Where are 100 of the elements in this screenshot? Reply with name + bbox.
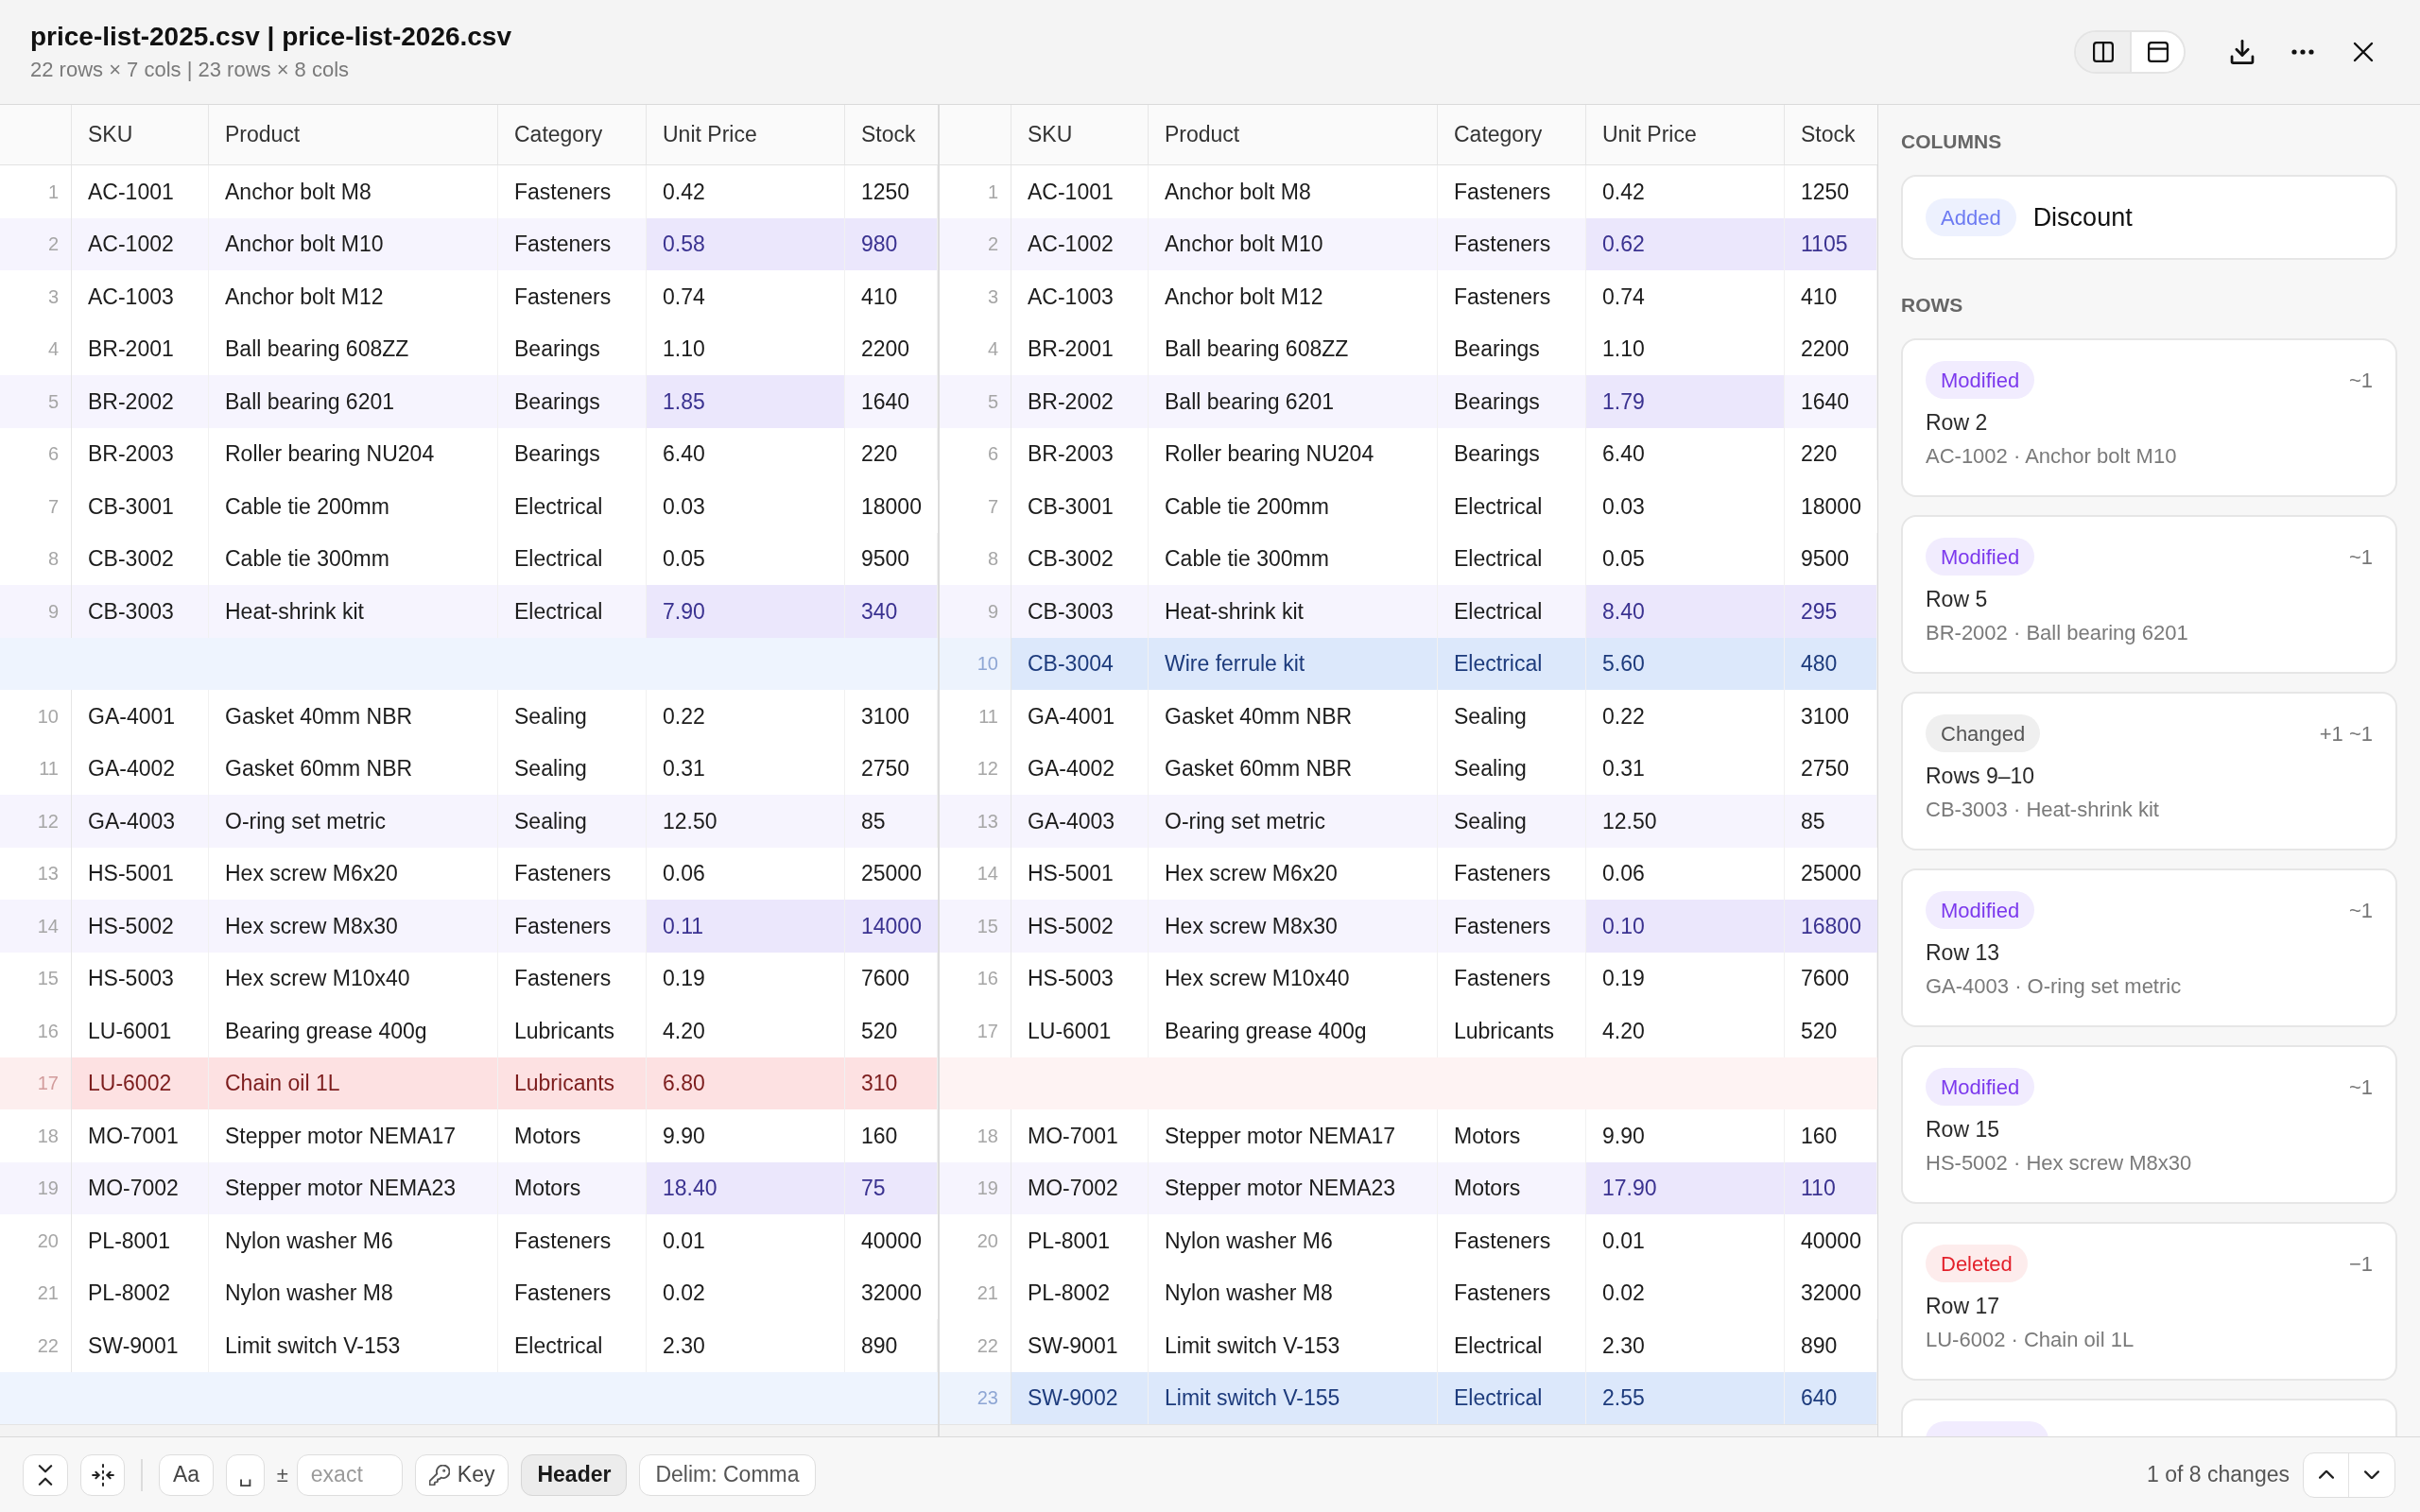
table-cell: 4.20 <box>1586 1005 1785 1057</box>
tolerance-field[interactable]: exact <box>296 1453 403 1496</box>
column-header: Stock <box>860 121 917 149</box>
table-cell: AC-1001 <box>1011 165 1149 218</box>
horizontal-scrollbar[interactable] <box>0 1424 938 1436</box>
table-cell: Hex screw M8x30 <box>209 900 498 953</box>
row-number: 20 <box>0 1214 72 1267</box>
table-cell: Electrical <box>1438 637 1586 690</box>
plus-minus-sign: ± <box>276 1462 288 1488</box>
top-panel-icon <box>2147 42 2169 62</box>
delimiter-button[interactable]: Delim: Comma <box>639 1453 816 1496</box>
table-cell: BR-2002 <box>72 375 209 428</box>
row-number: 17 <box>940 1005 1011 1057</box>
table-cell: Sealing <box>498 795 647 848</box>
row-number: 13 <box>940 795 1011 848</box>
change-type-badge: Deleted <box>1926 1245 2028 1282</box>
table-cell: 0.74 <box>647 270 845 323</box>
table-cell: AC-1003 <box>72 270 209 323</box>
change-card[interactable]: Deleted −1 Row 17 LU-6002 · Chain oil 1L <box>1901 1222 2397 1381</box>
more-icon[interactable] <box>2291 49 2314 55</box>
row-number: 11 <box>940 690 1011 743</box>
row-number: 14 <box>0 900 72 953</box>
row-number: 18 <box>0 1109 72 1162</box>
table-cell: Nylon washer M6 <box>209 1214 498 1267</box>
table-cell: 40000 <box>845 1214 938 1267</box>
table-cell: CB-3001 <box>72 480 209 533</box>
table-cell: 340 <box>845 585 938 638</box>
table-cell: Bearing grease 400g <box>1149 1005 1438 1057</box>
change-card[interactable]: Modified ~1 Row 15 HS-5002 · Hex screw M8x30 <box>1901 1045 2397 1204</box>
table-cell: LU-6001 <box>1011 1005 1149 1057</box>
row-label: Row 13 <box>1926 939 2000 967</box>
compress-columns-button[interactable] <box>80 1453 125 1496</box>
window-subtitle: 22 rows × 7 cols | 23 rows × 8 cols <box>30 57 351 83</box>
table-cell: Anchor bolt M12 <box>1149 270 1438 323</box>
table-cell: Anchor bolt M8 <box>209 165 498 218</box>
table-cell: Ball bearing 6201 <box>1149 375 1438 428</box>
row-number: 9 <box>940 585 1011 638</box>
row-label: Row 17 <box>1926 1293 2000 1320</box>
match-case-toggle[interactable]: Aa <box>159 1453 215 1496</box>
table-cell: SW-9002 <box>1011 1371 1149 1424</box>
table-cell: Motors <box>498 1109 647 1162</box>
row-number: 20 <box>940 1214 1011 1267</box>
row-number: 5 <box>0 375 72 428</box>
table-cell: 0.42 <box>1586 165 1785 218</box>
change-type-badge: Modified <box>1926 1068 2035 1106</box>
table-cell: O-ring set metric <box>1149 795 1438 848</box>
whitespace-toggle[interactable]: ␣ <box>226 1453 265 1496</box>
table-cell: CB-3003 <box>72 585 209 638</box>
table-cell: Electrical <box>1438 1371 1586 1424</box>
table-cell: Motors <box>1438 1109 1586 1162</box>
table-cell: 1.85 <box>647 375 845 428</box>
table-cell: Heat-shrink kit <box>1149 585 1438 638</box>
horizontal-scrollbar[interactable] <box>940 1424 1877 1436</box>
download-icon[interactable] <box>2230 40 2255 64</box>
row-number: 3 <box>940 270 1011 323</box>
key-column-button[interactable]: Key <box>414 1453 510 1496</box>
table-cell: 9.90 <box>1586 1109 1785 1162</box>
table-cell: Nylon washer M6 <box>1149 1214 1438 1267</box>
change-count: ~1 <box>2348 367 2373 394</box>
row-label: Row 2 <box>1926 409 1989 437</box>
table-cell: GA-4003 <box>1011 795 1149 848</box>
change-count: +1 ~1 <box>2319 720 2373 747</box>
change-card[interactable]: Changed +1 ~1 Rows 9–10 CB-3003 · Heat-shrink kit <box>1901 692 2397 850</box>
table-cell: 0.74 <box>1586 270 1785 323</box>
table-cell: Gasket 40mm NBR <box>209 690 498 743</box>
table-cell: Fasteners <box>498 270 647 323</box>
table-cell: Wire ferrule kit <box>1149 637 1438 690</box>
view-mode-button[interactable] <box>2076 32 2130 72</box>
table-cell: Ball bearing 6201 <box>209 375 498 428</box>
view-mode-button[interactable] <box>2130 32 2184 72</box>
table-cell: 110 <box>1785 1161 1877 1214</box>
table-cell: CB-3003 <box>1011 585 1149 638</box>
table-cell: Limit switch V-153 <box>1149 1319 1438 1372</box>
row-number: 15 <box>940 900 1011 953</box>
table-cell: 980 <box>845 217 938 270</box>
table-cell: Limit switch V-153 <box>209 1319 498 1372</box>
header-toggle[interactable]: Header <box>521 1453 628 1496</box>
table-cell: Chain oil 1L <box>209 1057 498 1109</box>
change-card[interactable]: Modified ~1 Row 13 GA-4003 · O-ring set metric <box>1901 868 2397 1027</box>
change-card[interactable]: Added Discount <box>1901 175 2397 260</box>
collapse-rows-button[interactable] <box>23 1453 68 1496</box>
row-number: 16 <box>0 1005 72 1057</box>
column-header: Category <box>1438 105 1586 164</box>
table-cell: 2.30 <box>647 1319 845 1372</box>
table-cell: Fasteners <box>498 1214 647 1267</box>
close-icon[interactable] <box>2353 42 2374 62</box>
row-summary: AC-1002 · Anchor bolt M10 <box>1926 443 2178 470</box>
table-cell: CB-3004 <box>1011 637 1149 690</box>
change-card[interactable]: Modified ~1 Row 5 BR-2002 · Ball bearing 6201 <box>1901 515 2397 674</box>
section-heading: ROWS <box>1901 294 1964 317</box>
change-card[interactable]: Modified ~1 Row 2 AC-1002 · Anchor bolt M10 <box>1901 338 2397 497</box>
table-cell: Limit switch V-155 <box>1149 1371 1438 1424</box>
table-cell: 295 <box>1785 585 1877 638</box>
table-cell: 1.79 <box>1586 375 1785 428</box>
key-icon <box>428 1464 450 1486</box>
row-summary: LU-6002 · Chain oil 1L <box>1926 1327 2135 1353</box>
table-cell: 18000 <box>845 480 938 533</box>
table-cell: 310 <box>845 1057 938 1109</box>
table-cell: Sealing <box>1438 690 1586 743</box>
table-cell: SW-9001 <box>1011 1319 1149 1372</box>
